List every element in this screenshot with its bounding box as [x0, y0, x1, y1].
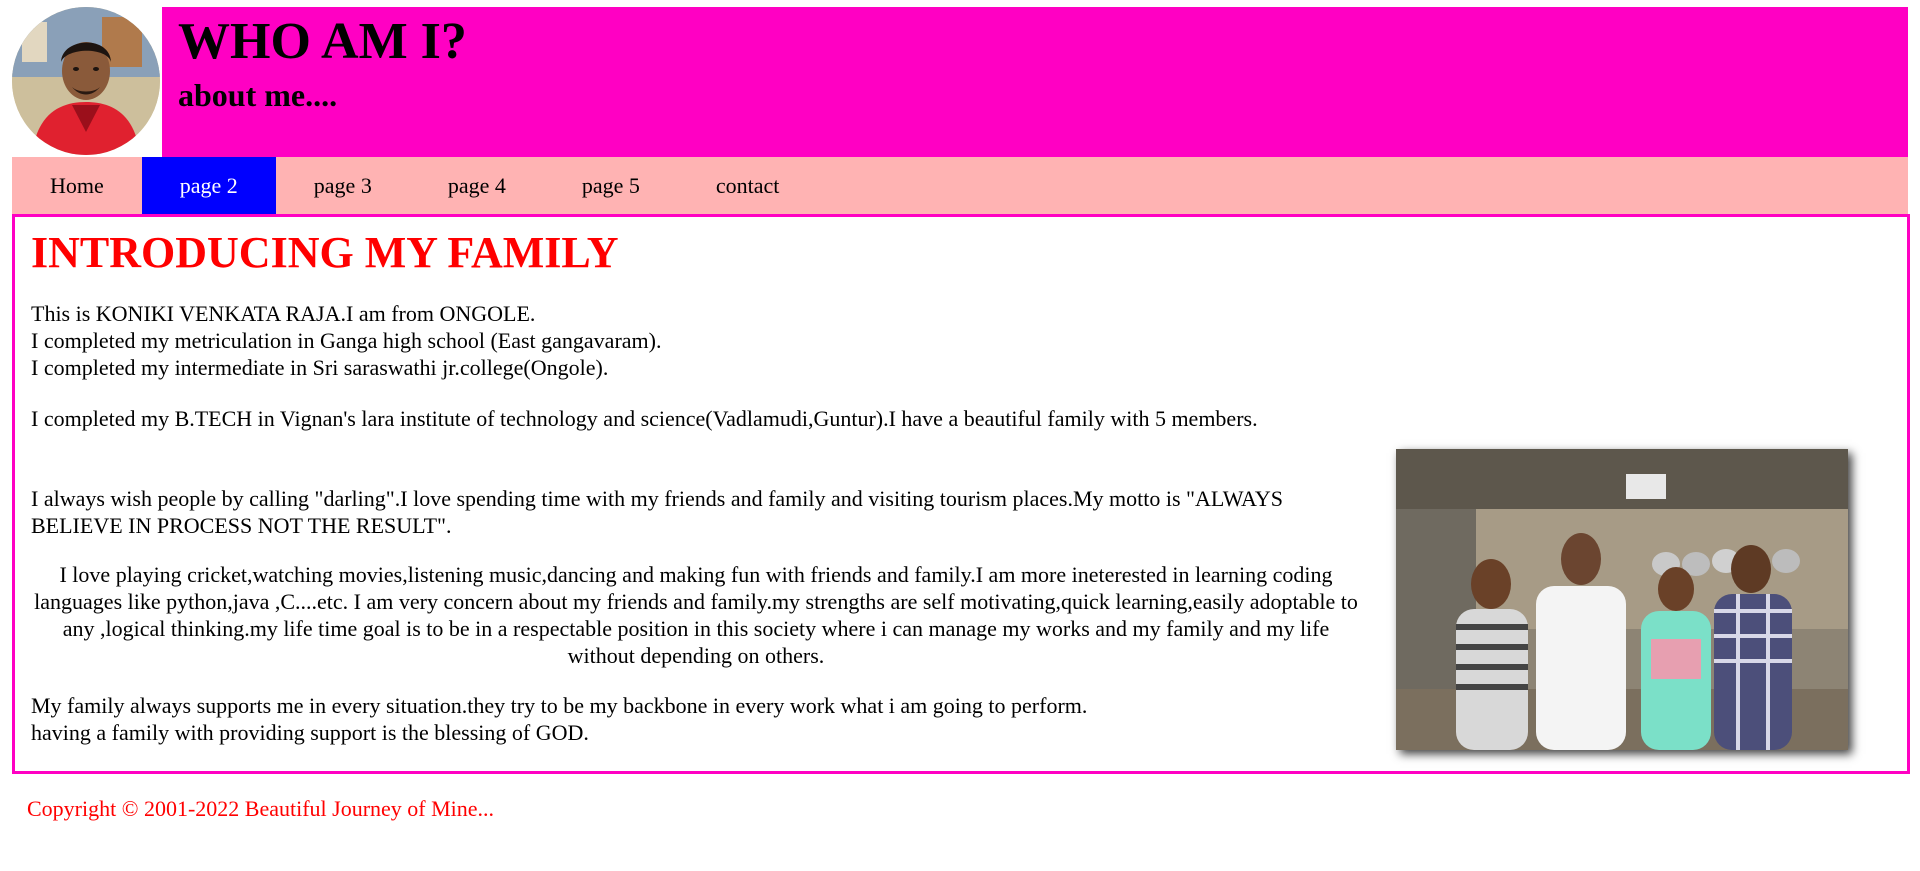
nav-item-home[interactable]: Home [12, 157, 142, 214]
intro-line: I completed my intermediate in Sri saras… [31, 355, 609, 380]
interests-text: I love playing cricket,watching movies,l… [34, 562, 1358, 668]
family-paragraph: My family always supports me in every si… [31, 692, 1366, 746]
main-content: INTRODUCING MY FAMILY This is KONIKI VEN… [12, 214, 1910, 774]
site-header: WHO AM I? about me.... [12, 7, 1908, 157]
family-photo-illustration [1396, 449, 1848, 750]
avatar-frame [12, 7, 162, 157]
education-text: I completed my B.TECH in Vignan's lara i… [31, 406, 1258, 431]
intro-line: This is KONIKI VENKATA RAJA.I am from ON… [31, 301, 536, 326]
nav-item-page-4[interactable]: page 4 [410, 157, 544, 214]
footer-copyright: Copyright © 2001-2022 Beautiful Journey … [27, 796, 495, 821]
motto-text: I always wish people by calling "darling… [31, 486, 1284, 538]
site-title: WHO AM I? [178, 13, 467, 70]
profile-avatar [12, 7, 160, 155]
profile-photo-illustration [12, 7, 160, 155]
education-paragraph: I completed my B.TECH in Vignan's lara i… [31, 405, 1366, 432]
motto-paragraph: I always wish people by calling "darling… [31, 485, 1366, 539]
family-line: My family always supports me in every si… [31, 693, 1088, 718]
family-line: having a family with providing support i… [31, 720, 589, 745]
main-navigation: Home page 2 page 3 page 4 page 5 contact [12, 157, 1908, 214]
nav-item-page-2[interactable]: page 2 [141, 157, 276, 214]
intro-paragraph: This is KONIKI VENKATA RAJA.I am from ON… [31, 300, 1366, 381]
site-subtitle: about me.... [178, 77, 338, 113]
intro-line: I completed my metriculation in Ganga hi… [31, 328, 662, 353]
nav-item-page-3[interactable]: page 3 [276, 157, 410, 214]
nav-item-contact[interactable]: contact [678, 157, 818, 214]
nav-item-page-5[interactable]: page 5 [544, 157, 678, 214]
page: WHO AM I? about me.... Home page 2 page … [0, 0, 1920, 871]
interests-paragraph: I love playing cricket,watching movies,l… [31, 561, 1361, 669]
family-photo [1396, 449, 1848, 750]
page-heading: INTRODUCING MY FAMILY [31, 228, 619, 277]
